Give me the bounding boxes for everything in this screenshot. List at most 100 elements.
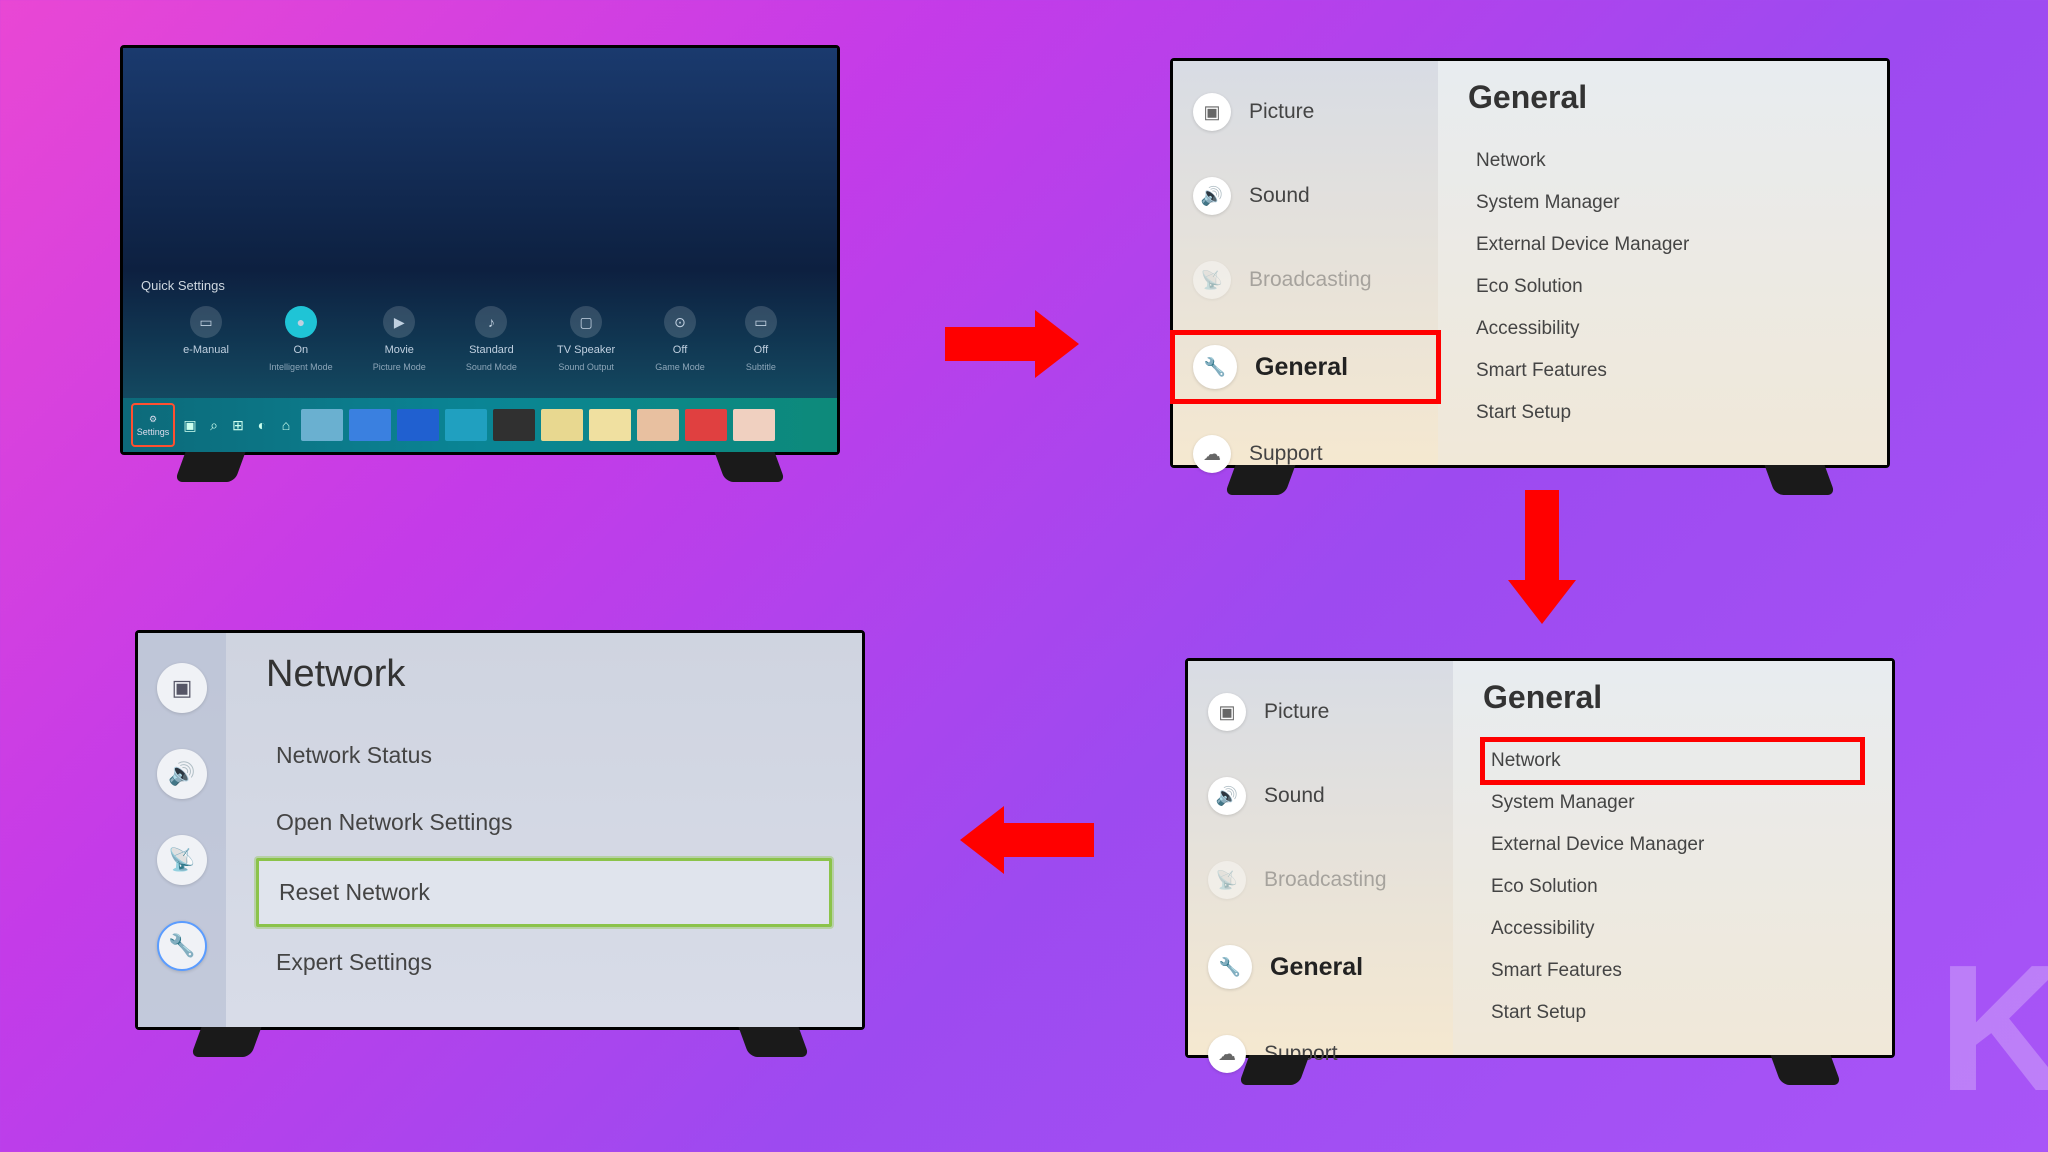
submenu-item-network[interactable]: Network <box>1483 740 1862 782</box>
sidebar-item-picture[interactable]: ▣Picture <box>1188 681 1453 743</box>
arrow-left-icon <box>960 806 1094 874</box>
wrench-icon[interactable]: 🔧 <box>157 921 207 971</box>
broadcast-icon[interactable]: 📡 <box>157 835 207 885</box>
settings-icon-rail: ▣ 🔊 📡 🔧 <box>138 633 226 1027</box>
apps-icon[interactable]: ⊞ <box>229 416 247 434</box>
network-title: Network <box>256 653 832 696</box>
app-thumb[interactable] <box>397 409 439 441</box>
intelligent-icon: ● <box>285 306 317 338</box>
gear-icon: ⚙ <box>149 414 157 425</box>
submenu-title: General <box>1468 79 1857 116</box>
sidebar-item-sound[interactable]: 🔊Sound <box>1188 765 1453 827</box>
app-thumb[interactable] <box>541 409 583 441</box>
tv-quick-settings: Quick Settings ▭e-Manual ●OnIntelligent … <box>120 45 840 455</box>
submenu-item-accessibility[interactable]: Accessibility <box>1483 908 1862 950</box>
tv-stand <box>739 1027 810 1057</box>
tv-stand <box>1239 1055 1310 1085</box>
arrow-right-icon <box>945 310 1079 378</box>
app-thumb[interactable] <box>301 409 343 441</box>
submenu-item-setup[interactable]: Start Setup <box>1483 992 1862 1034</box>
network-item-status[interactable]: Network Status <box>256 724 832 787</box>
tv1-screen: Quick Settings ▭e-Manual ●OnIntelligent … <box>123 48 837 452</box>
network-item-reset[interactable]: Reset Network <box>256 858 832 927</box>
network-item-open[interactable]: Open Network Settings <box>256 791 832 854</box>
sidebar-item-sound[interactable]: 🔊Sound <box>1173 165 1438 227</box>
settings-category-list: ▣Picture 🔊Sound 📡Broadcasting 🔧General ☁… <box>1188 661 1453 1055</box>
tv-stand <box>714 452 785 482</box>
arrow-down-icon <box>1508 490 1576 624</box>
qs-item-subtitle[interactable]: ▭OffSubtitle <box>745 306 777 372</box>
tv-stand <box>175 452 246 482</box>
quick-settings-row: ▭e-Manual ●OnIntelligent Mode ▶MoviePict… <box>123 306 837 372</box>
sidebar-item-support[interactable]: ☁Support <box>1188 1023 1453 1085</box>
submenu-item-smart[interactable]: Smart Features <box>1468 350 1857 392</box>
qs-item-game[interactable]: ⊙OffGame Mode <box>655 306 705 372</box>
book-icon: ▭ <box>190 306 222 338</box>
app-thumb[interactable] <box>733 409 775 441</box>
submenu-item-accessibility[interactable]: Accessibility <box>1468 308 1857 350</box>
app-thumb[interactable] <box>637 409 679 441</box>
sidebar-item-picture[interactable]: ▣Picture <box>1173 81 1438 143</box>
wrench-icon: 🔧 <box>1208 945 1252 989</box>
speaker-icon: ▢ <box>570 306 602 338</box>
source-icon[interactable]: ▣ <box>181 416 199 434</box>
picture-icon[interactable]: ▣ <box>157 663 207 713</box>
app-thumb[interactable] <box>685 409 727 441</box>
submenu-item-eco[interactable]: Eco Solution <box>1483 866 1862 908</box>
play-icon: ▶ <box>383 306 415 338</box>
qs-item-picture[interactable]: ▶MoviePicture Mode <box>373 306 426 372</box>
settings-screen: ▣Picture 🔊Sound 📡Broadcasting 🔧General ☁… <box>1188 661 1892 1055</box>
qs-item-sound[interactable]: ♪StandardSound Mode <box>466 306 517 372</box>
app-thumb[interactable] <box>493 409 535 441</box>
subtitle-icon: ▭ <box>745 306 777 338</box>
game-icon: ⊙ <box>664 306 696 338</box>
picture-icon: ▣ <box>1208 693 1246 731</box>
tv-network-menu: ▣ 🔊 📡 🔧 Network Network Status Open Netw… <box>135 630 865 1030</box>
cloud-icon: ☁ <box>1193 435 1231 473</box>
network-screen: ▣ 🔊 📡 🔧 Network Network Status Open Netw… <box>138 633 862 1027</box>
submenu-title: General <box>1483 679 1862 716</box>
tv-general-menu-step2: ▣Picture 🔊Sound 📡Broadcasting 🔧General ☁… <box>1170 58 1890 468</box>
network-item-expert[interactable]: Expert Settings <box>256 931 832 994</box>
submenu-item-smart[interactable]: Smart Features <box>1483 950 1862 992</box>
submenu-item-system[interactable]: System Manager <box>1483 782 1862 824</box>
sidebar-item-general[interactable]: 🔧General <box>1188 933 1453 1001</box>
settings-submenu: General Network System Manager External … <box>1453 661 1892 1055</box>
wrench-icon: 🔧 <box>1193 345 1237 389</box>
sidebar-item-broadcasting: 📡Broadcasting <box>1188 849 1453 911</box>
tv-stand <box>1764 465 1835 495</box>
submenu-item-eco[interactable]: Eco Solution <box>1468 266 1857 308</box>
tv-stand <box>1770 1055 1841 1085</box>
broadcast-icon: 📡 <box>1208 861 1246 899</box>
sidebar-item-support[interactable]: ☁Support <box>1173 423 1438 485</box>
settings-submenu: General Network System Manager External … <box>1438 61 1887 465</box>
submenu-item-setup[interactable]: Start Setup <box>1468 392 1857 434</box>
app-thumb[interactable] <box>445 409 487 441</box>
settings-tile[interactable]: ⚙ Settings <box>131 403 175 447</box>
broadcast-icon: 📡 <box>1193 261 1231 299</box>
tv-stand <box>1225 465 1296 495</box>
submenu-item-network[interactable]: Network <box>1468 140 1857 182</box>
cloud-icon: ☁ <box>1208 1035 1246 1073</box>
app-thumb[interactable] <box>589 409 631 441</box>
picture-icon: ▣ <box>1193 93 1231 131</box>
submenu-item-external[interactable]: External Device Manager <box>1468 224 1857 266</box>
watermark: K <box>1938 925 2048 1132</box>
sound-icon: 🔊 <box>1208 777 1246 815</box>
tv-stand <box>190 1027 261 1057</box>
ambient-icon[interactable]: ◐ <box>253 416 271 434</box>
bottom-launcher-bar: ⚙ Settings ▣ ⌕ ⊞ ◐ ⌂ <box>123 398 837 452</box>
sidebar-item-broadcasting: 📡Broadcasting <box>1173 249 1438 311</box>
submenu-item-external[interactable]: External Device Manager <box>1483 824 1862 866</box>
qs-item-output[interactable]: ▢TV SpeakerSound Output <box>557 306 615 372</box>
app-thumb[interactable] <box>349 409 391 441</box>
search-icon[interactable]: ⌕ <box>205 416 223 434</box>
home-icon[interactable]: ⌂ <box>277 416 295 434</box>
submenu-item-system[interactable]: System Manager <box>1468 182 1857 224</box>
sidebar-item-general[interactable]: 🔧General <box>1173 333 1438 401</box>
quick-settings-label: Quick Settings <box>141 278 225 293</box>
tv-general-menu-step3: ▣Picture 🔊Sound 📡Broadcasting 🔧General ☁… <box>1185 658 1895 1058</box>
qs-item-emanual[interactable]: ▭e-Manual <box>183 306 229 372</box>
qs-item-intelligent[interactable]: ●OnIntelligent Mode <box>269 306 333 372</box>
sound-icon[interactable]: 🔊 <box>157 749 207 799</box>
